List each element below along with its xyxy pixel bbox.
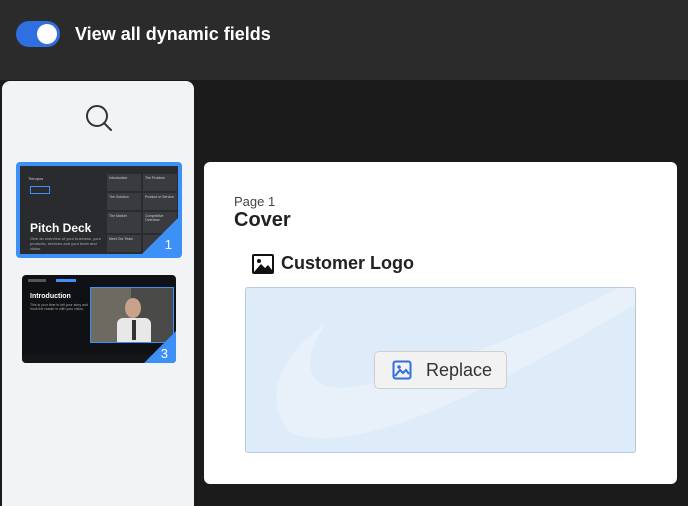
image-icon [252,254,274,274]
dynamic-field-card: Page 1 Cover Customer Logo Replace [204,162,677,484]
page-title: Cover [234,209,291,231]
replace-button[interactable]: Replace [374,351,507,389]
agenda-cell: The Market [107,212,141,233]
agenda-cell: Product or Service [143,193,177,210]
toggle-label: View all dynamic fields [75,24,271,44]
field-label: Customer Logo [281,253,414,273]
page-label: Page 1 [234,194,276,209]
agenda-cell: Introduction [107,174,141,191]
replace-label: Replace [426,359,493,380]
slide-subtitle: Give an overview of your business, your … [30,236,101,251]
top-toolbar: View all dynamic fields [0,0,688,80]
image-icon [392,360,412,380]
slide-number: 1 [164,237,172,252]
agenda-cell: The Solution [107,193,141,210]
slide-thumbnail-3[interactable]: Introduction This is your time to tell y… [22,275,176,363]
search-icon[interactable] [84,103,114,133]
agenda-cell: The Problem [143,174,177,191]
logo-dropzone[interactable]: Replace [245,287,636,453]
toggle-knob [37,24,57,44]
slide-subtitle: This is your time to tell your story and… [30,303,88,311]
slide-thumbnail-1[interactable]: Tiempos Pitch Deck Give an overview of y… [16,162,182,258]
slides-sidebar: Tiempos Pitch Deck Give an overview of y… [2,81,194,506]
slide-nav-bar [28,279,168,283]
dynamic-fields-toggle[interactable] [16,21,60,47]
slide-title: Introduction [30,293,71,300]
slide-number: 3 [160,346,168,361]
brand-logo: Tiempos [28,176,52,194]
slide-title: Pitch Deck [30,221,92,235]
agenda-cell: Meet Our Team [107,235,141,252]
slide-corner-marker [142,218,178,254]
